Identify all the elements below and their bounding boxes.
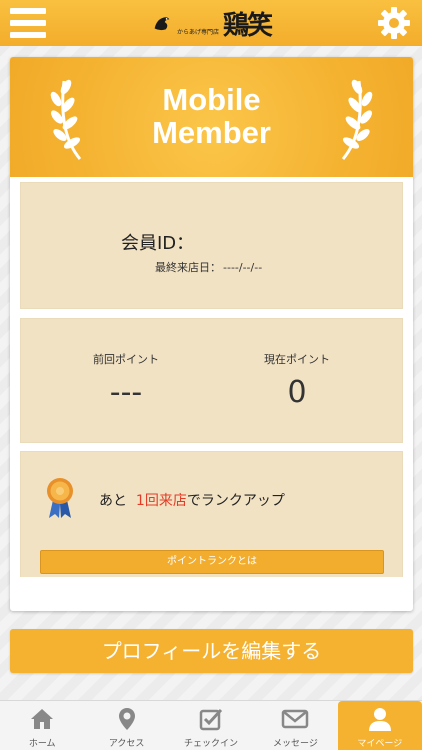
laurel-icon (341, 79, 373, 160)
check-in-icon (199, 708, 223, 731)
previous-points: 前回ポイント --- (46, 351, 206, 410)
member-id: 会員ID： (121, 233, 195, 254)
medal-icon (47, 478, 73, 518)
gear-icon[interactable] (376, 5, 412, 41)
current-points: 現在ポイント 0 (217, 351, 377, 410)
visits-remaining: 1回来店 (135, 493, 187, 509)
mail-icon (282, 709, 309, 729)
member-id-panel: 会員ID： 最終来店日： ----/--/-- (20, 182, 403, 309)
member-card: Mobile Member 会員ID： 最終来店日： ----/--/-- 前回ポ… (10, 57, 413, 611)
member-banner: Mobile Member (10, 57, 413, 177)
tab-checkin[interactable]: チェックイン (169, 701, 253, 750)
tab-label: メッセージ (273, 739, 318, 749)
bottom-tab-bar: ホーム アクセス チェックイン メッセージ マイページ (0, 700, 422, 750)
last-visit-date: 最終来店日： ----/--/-- (155, 261, 263, 274)
menu-icon[interactable] (10, 8, 46, 38)
point-rank-info-button[interactable]: ポイントランクとは (40, 550, 384, 574)
map-pin-icon (118, 708, 135, 730)
edit-profile-button[interactable]: プロフィールを編集する (10, 629, 413, 673)
rank-up-message: あと 1回来店でランクアップ (99, 493, 285, 509)
points-panel: 前回ポイント --- 現在ポイント 0 (20, 318, 403, 443)
tab-label: ホーム (28, 739, 56, 749)
user-icon (368, 708, 391, 731)
current-points-value: 0 (287, 375, 307, 410)
chicken-logo-icon (154, 17, 170, 31)
logo-title: 鶏笑 (223, 10, 273, 41)
app-header: からあげ専門店 鶏笑 (0, 0, 422, 46)
current-points-label: 現在ポイント (264, 353, 330, 366)
brand-logo: からあげ専門店 鶏笑 (151, 5, 273, 42)
previous-points-label: 前回ポイント (93, 353, 159, 366)
previous-points-value: --- (109, 375, 143, 410)
tab-home[interactable]: ホーム (0, 701, 84, 750)
tab-label: チェックイン (184, 739, 239, 749)
tab-label: マイページ (357, 739, 403, 749)
tab-label: アクセス (108, 739, 145, 749)
tab-mypage[interactable]: マイページ (337, 701, 422, 750)
logo-subtitle: からあげ専門店 (176, 28, 219, 36)
home-icon (31, 709, 54, 729)
tab-access[interactable]: アクセス (84, 701, 168, 750)
tab-message[interactable]: メッセージ (253, 701, 337, 750)
rank-panel: あと 1回来店でランクアップ ポイントランクとは (20, 451, 403, 577)
